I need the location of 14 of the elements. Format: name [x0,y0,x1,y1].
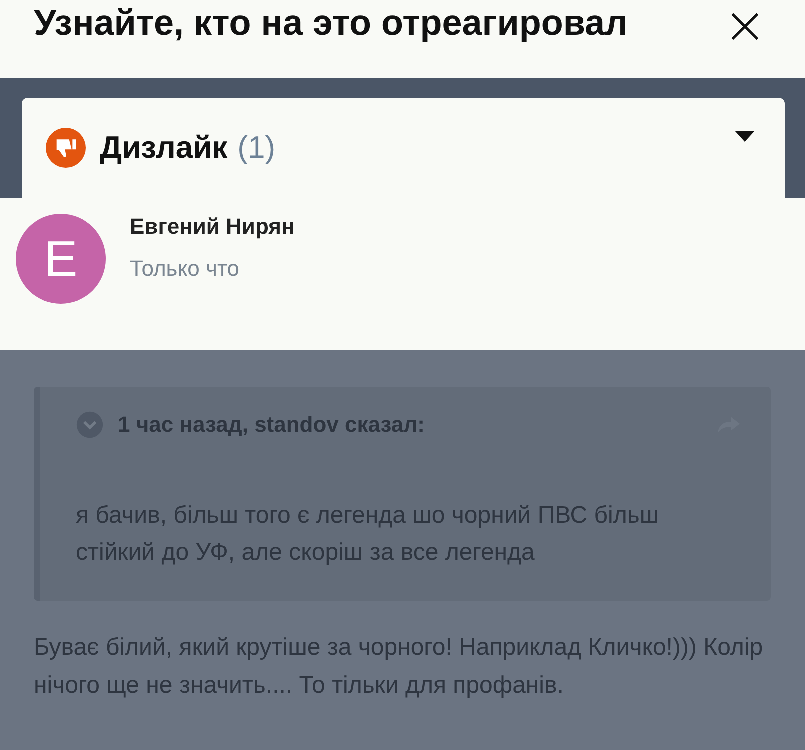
quote-header: 1 час назад, standov сказал: [118,412,425,438]
avatar[interactable]: E [16,214,106,304]
dialog-title: Узнайте, кто на это отреагировал [34,2,628,44]
quote-text: я бачив, більш того є легенда шо чорний ПВС більш стійкий до УФ, але скоріш за все легенда [76,501,660,568]
post-text: Буває білий, який крутіше за чорного! Наприклад Кличко!))) Колір нічого ще не значить.... То тільки для профанів. [34,633,764,701]
reaction-label: Дизлайк [100,130,228,166]
reaction-filter-card[interactable]: Дизлайк (1) [22,98,785,198]
close-button[interactable]: × [719,4,771,48]
thumbs-down-icon [46,128,86,168]
reaction-time: Только что [130,256,241,282]
caret-icon[interactable] [735,131,755,143]
user-name[interactable]: Евгений Нирян [130,214,295,240]
reaction-count: (1) [238,130,276,166]
chevron-circle-icon [76,411,104,439]
